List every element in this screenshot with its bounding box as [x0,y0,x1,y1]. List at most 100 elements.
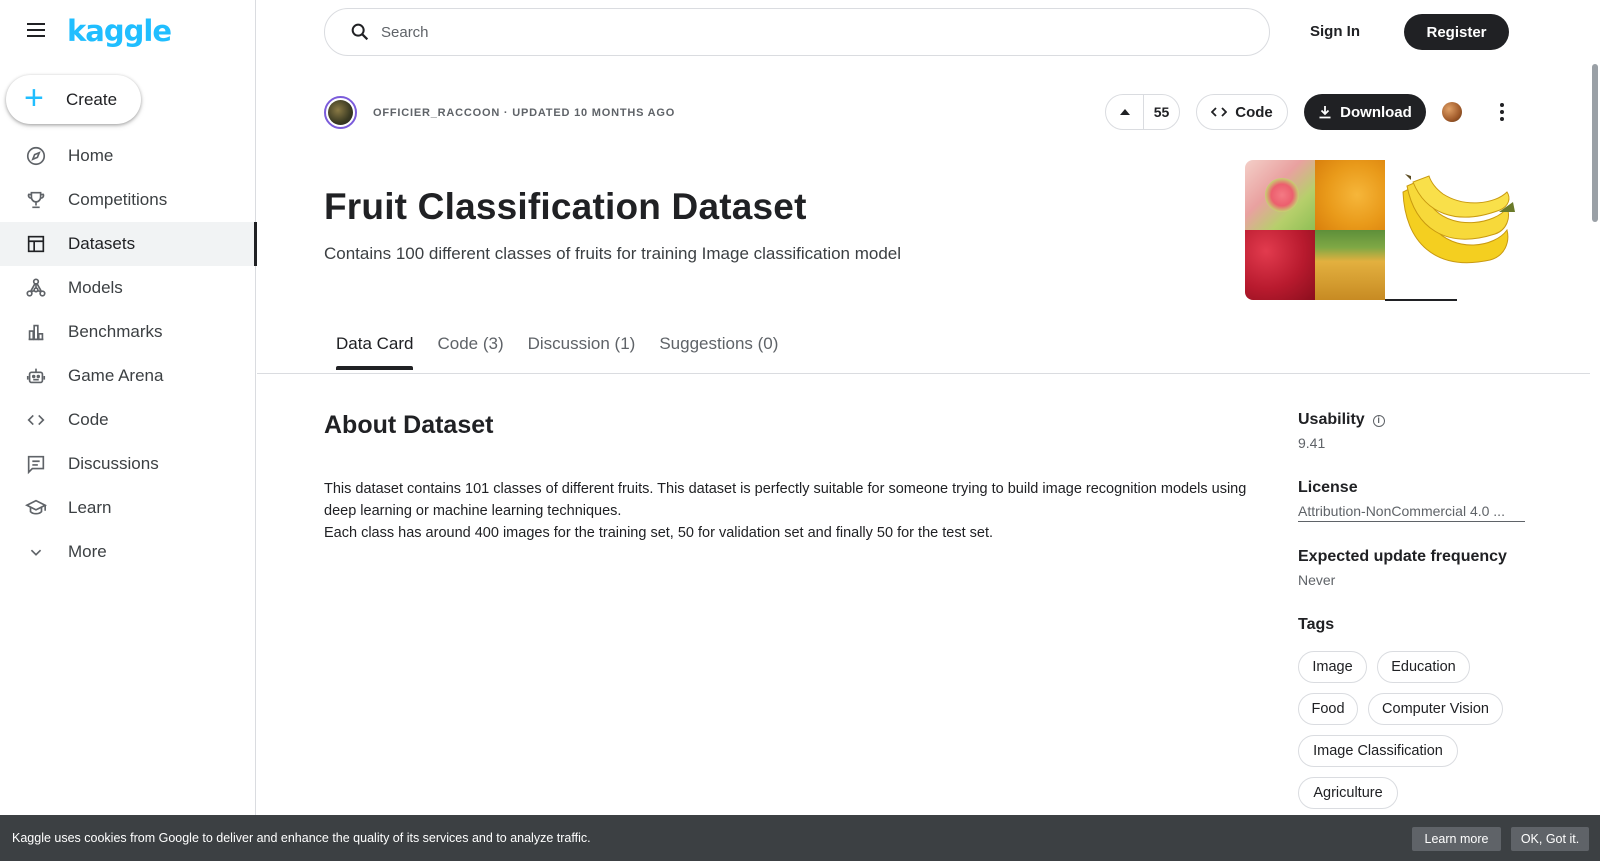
upvote-control: 55 [1105,94,1180,130]
banana-icon [1402,174,1515,264]
about-description: This dataset contains 101 classes of dif… [324,478,1254,544]
license-link[interactable]: Attribution-NonCommercial 4.0 ... [1298,503,1525,522]
cookie-text: Kaggle uses cookies from Google to deliv… [12,831,591,845]
tab-discussion[interactable]: Discussion (1) [516,322,648,370]
kaggle-logo[interactable]: kaggle [67,14,172,48]
robot-icon [24,364,48,388]
dataset-cover-image [1245,160,1525,300]
sidebar-item-competitions[interactable]: Competitions [0,178,256,222]
code-icon [1211,107,1228,117]
code-button-label: Code [1235,103,1273,121]
tag-chip[interactable]: Computer Vision [1368,693,1503,725]
sidebar-nav: Home Competitions Datasets Models Benchm… [0,134,257,574]
usability-heading: Usability i [1298,411,1385,429]
pineapple-image [1315,230,1385,300]
plus-icon: + [24,79,44,117]
dataset-meta: OFFICIER_RACCOON · UPDATED 10 MONTHS AGO [373,107,676,119]
tag-chip[interactable]: Food [1298,693,1358,725]
license-section: License Attribution-NonCommercial 4.0 ..… [1298,479,1525,522]
create-button[interactable]: + Create [6,75,141,124]
sidebar-item-more[interactable]: More [0,530,256,574]
code-icon [24,408,48,432]
models-icon [24,276,48,300]
register-button[interactable]: Register [1404,14,1509,50]
tag-chip[interactable]: Image Classification [1298,735,1458,767]
caret-up-icon [1119,109,1130,115]
about-line-1: This dataset contains 101 classes of dif… [324,481,1247,519]
avatar-image [328,100,353,125]
sidebar-item-label: Benchmarks [68,322,163,341]
sidebar-item-label: Models [68,278,123,297]
cookie-banner: Kaggle uses cookies from Google to deliv… [0,815,1600,861]
tab-code[interactable]: Code (3) [425,322,515,370]
vote-count: 55 [1153,104,1170,120]
tag-chip[interactable]: Image [1298,651,1367,683]
about-line-2: Each class has around 400 images for the… [324,525,993,541]
sidebar-item-label: Discussions [68,454,159,473]
download-button[interactable]: Download [1304,94,1426,130]
sidebar-item-home[interactable]: Home [0,134,256,178]
usability-label: Usability [1298,411,1365,428]
page-subtitle: Contains 100 different classes of fruits… [324,244,902,263]
sidebar-item-datasets[interactable]: Datasets [0,222,257,266]
menu-button[interactable] [24,18,48,42]
frequency-heading: Expected update frequency [1298,548,1507,565]
sign-in-button[interactable]: Sign In [1310,20,1360,44]
download-button-label: Download [1340,103,1412,121]
search-input[interactable] [381,23,1231,41]
usability-section: Usability i 9.41 [1298,411,1385,451]
sidebar-item-code[interactable]: Code [0,398,256,442]
sidebar-item-label: More [68,542,107,561]
tag-chip[interactable]: Education [1377,651,1470,683]
ok-got-it-button[interactable]: OK, Got it. [1511,827,1589,851]
usability-value: 9.41 [1298,435,1326,451]
chevron-down-icon [24,540,48,564]
learn-more-button[interactable]: Learn more [1412,827,1501,851]
avatar[interactable] [324,96,357,129]
sidebar-item-label: Learn [68,498,112,517]
code-button[interactable]: Code [1196,94,1288,130]
raspberry-image [1245,230,1315,300]
tags-heading: Tags [1298,616,1335,633]
create-label: Create [66,89,118,109]
upvote-button[interactable] [1106,95,1144,129]
dataset-tabs: Data Card Code (3) Discussion (1) Sugges… [324,322,790,374]
medal-icon[interactable] [1442,102,1462,122]
search-icon [351,23,369,41]
tabs-divider [257,373,1590,374]
mango-image [1315,160,1385,230]
sidebar-item-game-arena[interactable]: Game Arena [0,354,256,398]
sidebar: kaggle + Create Home Competitions Datase… [0,0,257,861]
sidebar-item-learn[interactable]: Learn [0,486,256,530]
about-heading: About Dataset [324,411,494,439]
sidebar-item-models[interactable]: Models [0,266,256,310]
tab-suggestions[interactable]: Suggestions (0) [647,322,790,370]
school-icon [24,496,48,520]
table-icon [24,232,48,256]
info-icon[interactable]: i [1372,415,1385,427]
cover-carousel-indicator [1385,299,1457,301]
sidebar-item-label: Competitions [68,190,168,209]
guava-image [1245,160,1315,230]
more-options-icon[interactable] [1490,100,1514,124]
tab-data-card[interactable]: Data Card [324,322,425,370]
bar-chart-icon [24,320,48,344]
sidebar-item-discussions[interactable]: Discussions [0,442,256,486]
page-title: Fruit Classification Dataset [324,186,807,227]
hamburger-icon[interactable] [24,18,48,42]
frequency-section: Expected update frequency Never [1298,548,1507,588]
sidebar-item-label: Datasets [68,234,136,253]
search-bar[interactable] [324,8,1270,56]
sidebar-item-label: Game Arena [68,366,164,385]
page-scrollbar[interactable] [1592,64,1598,222]
sidebar-item-label: Code [68,410,109,429]
sidebar-item-label: Home [68,146,114,165]
download-icon [1319,106,1331,119]
trophy-icon [24,188,48,212]
license-heading: License [1298,479,1358,496]
sidebar-item-benchmarks[interactable]: Benchmarks [0,310,256,354]
frequency-value: Never [1298,572,1336,588]
comments-icon [24,452,48,476]
compass-icon [24,144,48,168]
tag-chip[interactable]: Agriculture [1298,777,1398,809]
